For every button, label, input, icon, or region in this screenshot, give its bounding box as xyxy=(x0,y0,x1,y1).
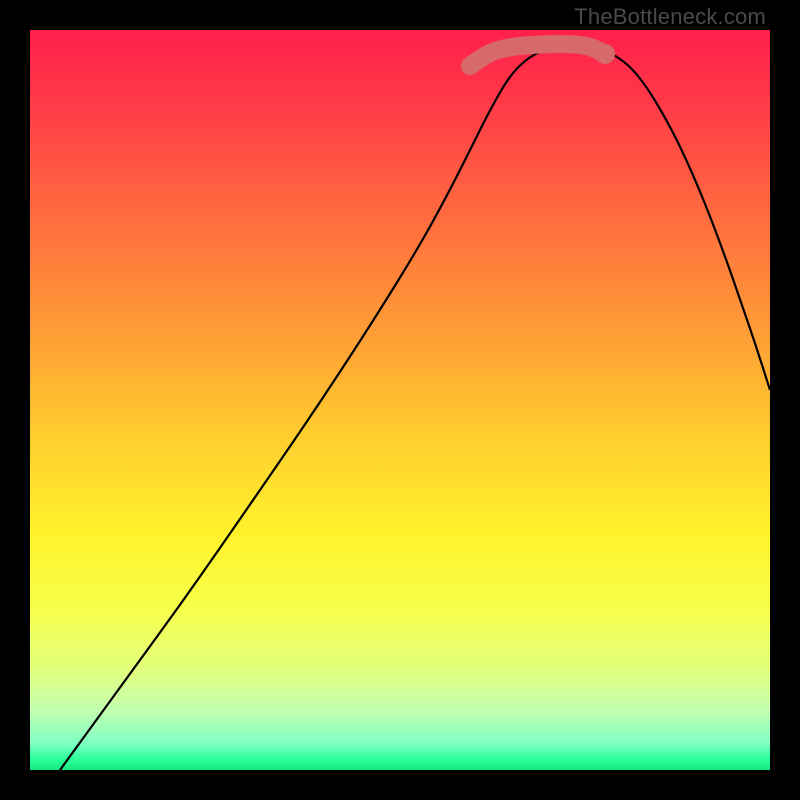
left-bottleneck-curve xyxy=(60,44,570,770)
curve-layer xyxy=(30,30,770,770)
right-bottleneck-curve xyxy=(570,44,770,390)
optimal-end-dot xyxy=(595,44,615,64)
watermark-text: TheBottleneck.com xyxy=(574,4,766,30)
optimal-range-marker xyxy=(470,44,605,66)
chart-frame xyxy=(30,30,770,770)
